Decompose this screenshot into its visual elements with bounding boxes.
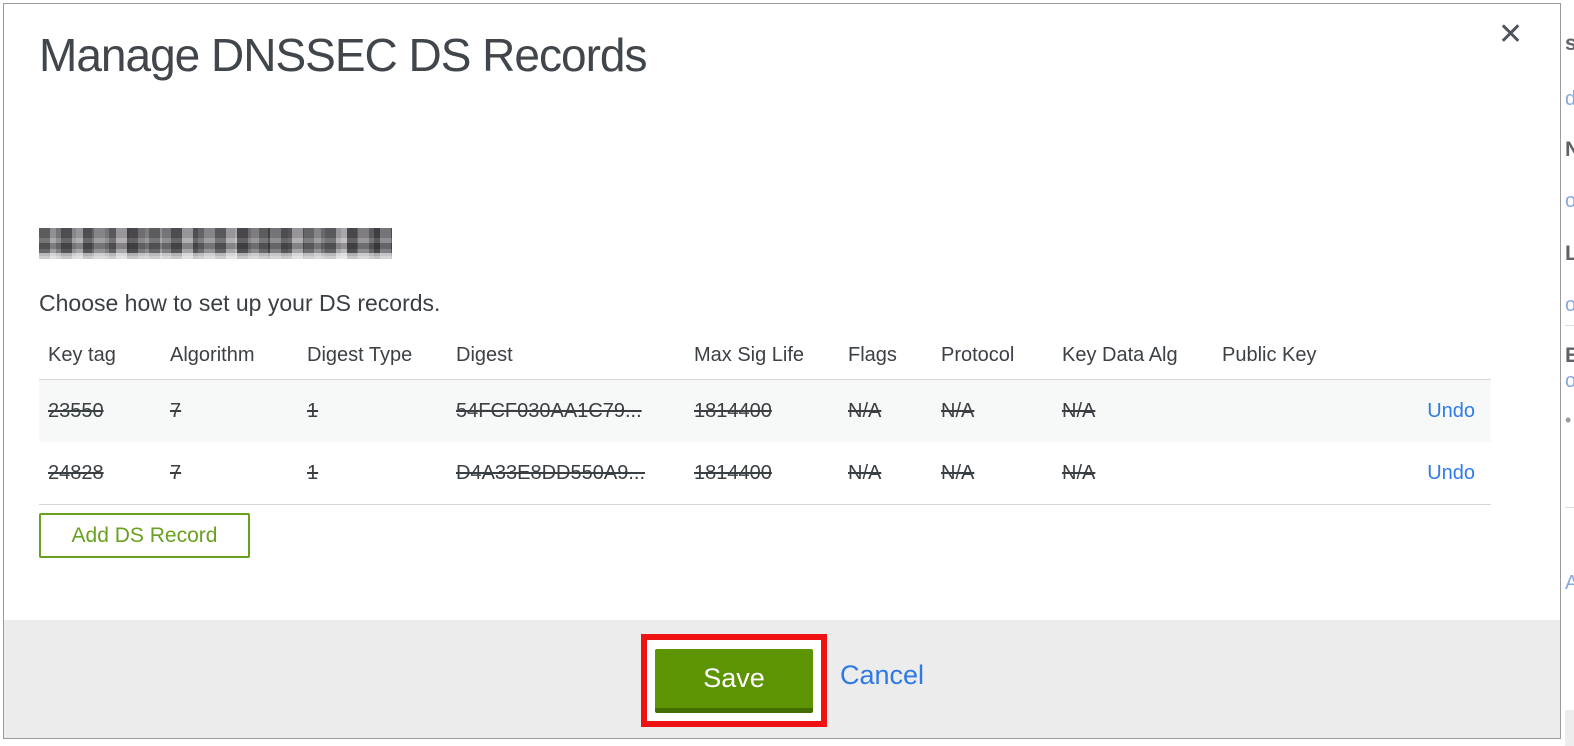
cell-action: Undo <box>1373 400 1491 423</box>
manage-dnssec-modal: Manage DNSSEC DS Records ✕ Choose how to… <box>3 3 1561 739</box>
edge-fragment: E <box>1565 344 1574 367</box>
table-body: 23550 7 1 54FCF030AA1C79... 1814400 N/A … <box>39 379 1491 505</box>
edge-fragment: N <box>1565 138 1574 161</box>
header-digest: Digest <box>456 343 513 366</box>
cell-algorithm: 7 <box>170 461 182 484</box>
background-page-edge: s d No Lo Eo • A <box>1565 0 1574 746</box>
intro-text: Choose how to set up your DS records. <box>39 290 441 316</box>
edge-fragment: o <box>1565 190 1574 212</box>
edge-fragment: o <box>1565 370 1574 392</box>
edge-fragment: • <box>1565 410 1572 430</box>
cell-max-sig-life: 1814400 <box>694 461 772 484</box>
close-icon[interactable]: ✕ <box>1498 20 1523 50</box>
undo-link[interactable]: Undo <box>1427 400 1475 422</box>
header-public-key: Public Key <box>1222 343 1317 366</box>
edge-divider <box>1565 325 1574 326</box>
header-digest-type: Digest Type <box>307 343 413 366</box>
header-algorithm: Algorithm <box>170 343 255 366</box>
add-ds-record-button[interactable]: Add DS Record <box>39 513 250 558</box>
cell-digest: D4A33E8DD550A9... <box>456 461 646 484</box>
header-max-sig-life: Max Sig Life <box>694 343 805 366</box>
cell-digest-type: 1 <box>307 399 319 422</box>
annotation-highlight-save: Save <box>641 634 827 727</box>
cell-max-sig-life: 1814400 <box>694 399 772 422</box>
cell-key-data-alg: N/A <box>1062 399 1096 422</box>
table-header-row: Key tag Algorithm Digest Type Digest Max… <box>39 331 1491 379</box>
cell-action: Undo <box>1373 462 1491 485</box>
cell-digest: 54FCF030AA1C79... <box>456 399 642 422</box>
edge-fragment: A <box>1565 572 1574 594</box>
cell-key-data-alg: N/A <box>1062 461 1096 484</box>
edge-gray-block <box>1565 710 1574 746</box>
header-protocol: Protocol <box>941 343 1015 366</box>
undo-link[interactable]: Undo <box>1427 462 1475 484</box>
edge-fragment: s <box>1565 32 1574 55</box>
ds-record-row: 23550 7 1 54FCF030AA1C79... 1814400 N/A … <box>39 380 1491 442</box>
edge-fragment: L <box>1565 242 1574 265</box>
screenshot-stage: Manage DNSSEC DS Records ✕ Choose how to… <box>0 0 1574 746</box>
cell-flags: N/A <box>848 399 882 422</box>
cell-protocol: N/A <box>941 461 975 484</box>
domain-name-redacted <box>39 228 392 259</box>
edge-fragment: o <box>1565 294 1574 316</box>
save-button[interactable]: Save <box>655 648 813 713</box>
header-key-data-alg: Key Data Alg <box>1062 343 1178 366</box>
cell-protocol: N/A <box>941 399 975 422</box>
edge-fragment: d <box>1565 88 1574 110</box>
header-key-tag: Key tag <box>48 343 116 366</box>
ds-records-table: Key tag Algorithm Digest Type Digest Max… <box>39 331 1491 505</box>
cell-digest-type: 1 <box>307 461 319 484</box>
ds-record-row: 24828 7 1 D4A33E8DD550A9... 1814400 N/A … <box>39 442 1491 504</box>
cell-key-tag: 24828 <box>48 461 104 484</box>
cancel-link[interactable]: Cancel <box>840 660 924 691</box>
header-flags: Flags <box>848 343 897 366</box>
page-title: Manage DNSSEC DS Records <box>39 29 647 81</box>
cell-flags: N/A <box>848 461 882 484</box>
edge-divider <box>1565 507 1574 508</box>
cell-algorithm: 7 <box>170 399 182 422</box>
cell-key-tag: 23550 <box>48 399 104 422</box>
modal-footer: Save Cancel <box>4 620 1560 738</box>
